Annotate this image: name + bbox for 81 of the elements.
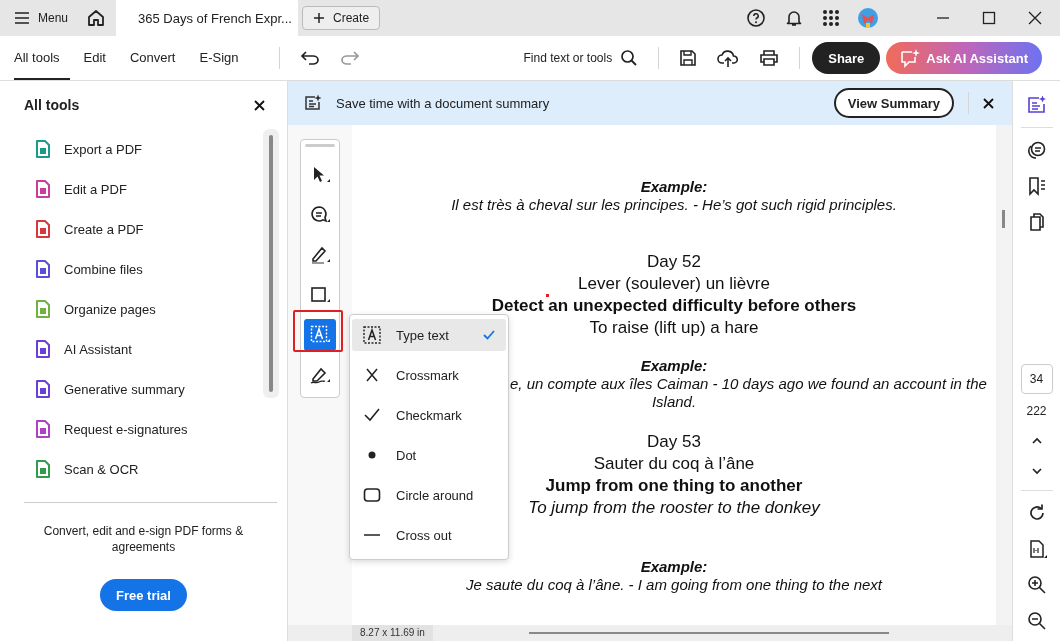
avatar-icon[interactable] — [858, 8, 878, 28]
close-icon[interactable] — [254, 99, 265, 111]
page-count: 222 — [1026, 404, 1047, 418]
panel-title: All tools — [24, 97, 80, 113]
close-icon[interactable] — [983, 97, 994, 109]
menu-item[interactable]: Circle around — [352, 475, 506, 515]
document-text: Sauter du coq à l’âne — [593, 455, 755, 473]
menu-icon — [14, 11, 30, 25]
tool-item[interactable]: Export a PDF — [24, 129, 265, 169]
cloud-upload-icon[interactable] — [717, 48, 740, 68]
summary-icon[interactable] — [1026, 95, 1047, 115]
close-icon[interactable] — [1028, 11, 1042, 25]
comment-icon[interactable] — [1026, 140, 1047, 160]
undo-icon[interactable] — [299, 50, 320, 66]
highlight-frame — [293, 310, 343, 352]
scrollbar[interactable] — [528, 632, 889, 634]
page-size-label: 8.27 x 11.69 in — [352, 625, 433, 641]
menu-item[interactable]: Type text — [352, 319, 506, 351]
toolbar-tab[interactable]: Convert — [129, 36, 186, 80]
menu-item[interactable]: Crossmark — [352, 355, 506, 395]
page-number-field[interactable]: 34 — [1020, 364, 1053, 394]
document-text: Lever (soulever) un lièvre — [578, 275, 770, 293]
tab-title: 365 Days of French Expr... — [138, 10, 292, 26]
zoom-in-icon[interactable] — [1026, 575, 1047, 595]
save-icon[interactable] — [679, 49, 698, 67]
document-text: e, un compte aux îles Caiman - 10 days ago we found an account in the — [510, 375, 987, 393]
ai-assistant-button[interactable]: Ask AI Assistant — [886, 42, 1042, 74]
document-text: Example: — [640, 178, 708, 196]
banner-text: Save time with a document summary — [336, 95, 550, 111]
view-summary-button[interactable]: View Summary — [833, 88, 954, 118]
document-text: Il est très à cheval sur les principes. - He’s got such rigid principles. — [451, 196, 897, 214]
find-button[interactable]: Find text or tools — [523, 49, 639, 67]
tool-item[interactable]: Combine files — [24, 249, 265, 289]
document-text: Je saute du coq à l’âne. - I am going from one thing to the next — [465, 576, 883, 594]
document-text: To raise (lift up) a hare — [589, 319, 759, 337]
document-text: Day 52 — [647, 253, 701, 271]
cursor-mark — [546, 294, 549, 297]
free-trial-button[interactable]: Free trial — [100, 579, 187, 611]
bookmark-icon[interactable] — [1026, 176, 1047, 196]
plus-icon — [313, 12, 326, 24]
menu-item[interactable]: Checkmark — [352, 395, 506, 435]
help-icon[interactable] — [746, 8, 766, 28]
summary-icon — [304, 94, 322, 112]
tool-item[interactable]: Scan & OCR — [24, 449, 265, 489]
document-text: Example: — [640, 357, 708, 375]
tool-item[interactable]: Edit a PDF — [24, 169, 265, 209]
promo-text: Convert, edit and e-sign PDF forms & agreements — [43, 523, 244, 555]
tool-item[interactable]: Create a PDF — [24, 209, 265, 249]
rounded-rectangle-icon — [362, 485, 382, 505]
toolbar-tab[interactable]: E-Sign — [199, 36, 249, 80]
line-icon — [362, 534, 382, 536]
search-icon — [620, 49, 639, 67]
document-text: Jump from one thing to another — [545, 477, 803, 495]
zoom-out-icon[interactable] — [1026, 611, 1047, 631]
tool-item[interactable]: Request e-signatures — [24, 409, 265, 449]
pen-icon — [309, 244, 331, 266]
menu-button[interactable]: Menu — [14, 11, 69, 25]
document-text: Day 53 — [647, 433, 701, 451]
menu-item[interactable]: Dot — [352, 435, 506, 475]
apps-icon[interactable] — [822, 9, 840, 27]
menu-item[interactable]: Cross out — [352, 515, 506, 555]
document-text: Island. — [651, 393, 697, 411]
ai-chat-icon — [900, 48, 921, 68]
document-text: To jump from the rooster to the donkey — [528, 499, 820, 517]
document-text: Example: — [640, 558, 708, 576]
maximize-icon[interactable] — [982, 11, 996, 25]
print-icon[interactable] — [759, 49, 780, 67]
bell-icon[interactable] — [784, 8, 804, 28]
document-tab[interactable]: 365 Days of French Expr... — [116, 0, 299, 36]
redo-icon[interactable] — [339, 50, 360, 66]
document-text: Detect an unexpected difficulty before others — [491, 297, 857, 315]
toolbar-tab[interactable]: Edit — [83, 36, 116, 80]
text-box-icon — [362, 325, 382, 345]
tool-item[interactable]: Organize pages — [24, 289, 265, 329]
tool-item[interactable]: AI Assistant — [24, 329, 265, 369]
share-button[interactable]: Share — [812, 42, 881, 74]
scrollbar[interactable] — [1002, 210, 1005, 228]
home-icon[interactable] — [86, 8, 107, 28]
create-button[interactable]: Create — [302, 6, 381, 30]
tool-item[interactable]: Generative summary — [24, 369, 265, 409]
toolbar-tab[interactable]: All tools — [14, 36, 70, 80]
